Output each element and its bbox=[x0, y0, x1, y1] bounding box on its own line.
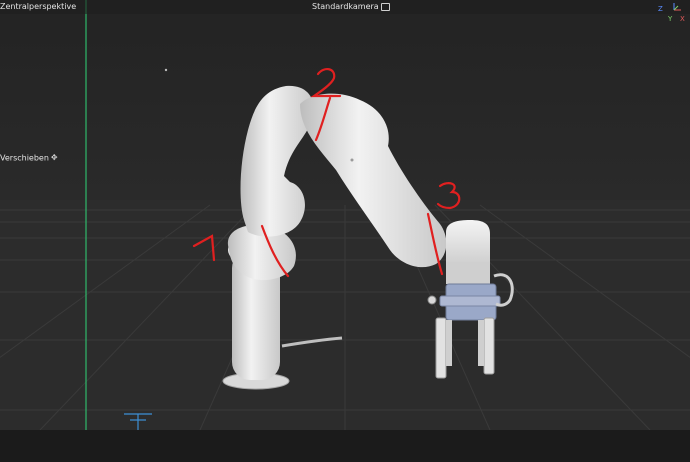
move-tool-text: Verschieben bbox=[0, 153, 49, 163]
gripper-finger-inner-right bbox=[478, 320, 484, 366]
annotation-two-glyph bbox=[310, 68, 342, 98]
gripper-plate bbox=[439, 295, 501, 307]
move-icon: ✥ bbox=[50, 153, 58, 162]
projection-label-text: Zentralperspektive bbox=[0, 2, 77, 11]
wrist-ring bbox=[446, 262, 490, 284]
cable bbox=[281, 336, 343, 348]
move-tool-label[interactable]: Verschieben ✥ bbox=[0, 153, 58, 164]
scene-point bbox=[164, 68, 168, 72]
camera-label-text: Standardkamera bbox=[312, 2, 379, 11]
camera-selector[interactable]: Standardkamera bbox=[312, 2, 390, 12]
axis-x-label: X bbox=[680, 15, 685, 23]
link-bolt bbox=[350, 158, 354, 162]
axis-z-label: Z bbox=[658, 5, 663, 13]
annotation-three-glyph bbox=[436, 182, 461, 210]
gripper-finger-right bbox=[483, 317, 495, 375]
gripper-finger-left bbox=[435, 317, 447, 379]
upper-link bbox=[300, 93, 447, 268]
projection-label[interactable]: Zentralperspektive bbox=[0, 2, 76, 12]
scene-canvas[interactable] bbox=[0, 0, 690, 462]
axis-y-label: Y bbox=[668, 15, 673, 23]
annotation-one-glyph bbox=[192, 234, 216, 262]
floor-grid bbox=[0, 204, 690, 431]
camera-icon bbox=[380, 2, 390, 11]
gripper-bolt bbox=[427, 295, 437, 305]
gripper-finger-inner bbox=[446, 320, 452, 366]
axis-gizmo-icon[interactable] bbox=[672, 2, 682, 12]
3d-viewport[interactable]: Zentralperspektive Standardkamera Versch… bbox=[0, 0, 690, 462]
viewport-status-bar bbox=[0, 430, 690, 462]
